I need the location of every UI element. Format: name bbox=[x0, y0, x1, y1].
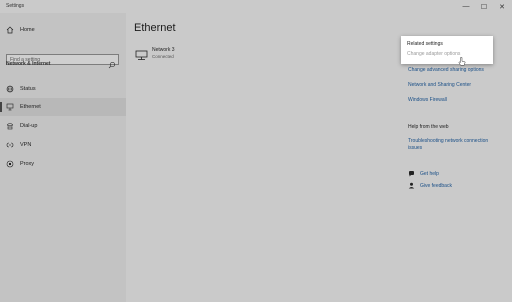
close-icon: ✕ bbox=[499, 3, 505, 11]
network-entry[interactable]: Network 3 Connected bbox=[135, 47, 215, 63]
mouse-cursor-icon bbox=[458, 53, 466, 71]
give-feedback-link[interactable]: Give feedback bbox=[420, 183, 452, 189]
window-title: Settings bbox=[6, 3, 25, 9]
link-troubleshooting-line1: Troubleshooting network connection bbox=[408, 138, 489, 144]
network-status: Connected bbox=[152, 54, 174, 59]
dialup-icon bbox=[6, 122, 14, 130]
link-troubleshooting[interactable]: Troubleshooting network connection bbox=[408, 138, 488, 144]
maximize-icon: ☐ bbox=[480, 3, 488, 11]
minimize-button[interactable]: — bbox=[457, 0, 475, 13]
link-troubleshooting-cont[interactable]: issues bbox=[408, 145, 422, 151]
give-feedback-row[interactable]: Give feedback bbox=[408, 182, 452, 189]
sidebar-item-label: Status bbox=[20, 86, 36, 92]
home-icon bbox=[6, 26, 14, 34]
related-settings-heading: Related settings bbox=[407, 41, 443, 47]
help-heading: Help from the web bbox=[408, 124, 449, 130]
globe-icon bbox=[6, 85, 14, 93]
sidebar-item-label: Proxy bbox=[20, 161, 35, 167]
network-adapter-icon bbox=[135, 48, 148, 66]
get-help-link[interactable]: Get help bbox=[420, 171, 439, 177]
sidebar-item-label: VPN bbox=[20, 142, 32, 148]
sidebar-item-proxy[interactable]: Proxy bbox=[0, 155, 126, 173]
minimize-icon: — bbox=[462, 3, 470, 10]
close-button[interactable]: ✕ bbox=[493, 0, 511, 13]
search-icon bbox=[108, 56, 116, 69]
feedback-icon bbox=[408, 182, 415, 189]
sidebar-item-status[interactable]: Status bbox=[0, 80, 126, 98]
vpn-icon bbox=[6, 141, 14, 149]
sidebar-item-dialup[interactable]: Dial-up bbox=[0, 117, 126, 135]
get-help-icon bbox=[408, 170, 415, 177]
maximize-button[interactable]: ☐ bbox=[475, 0, 493, 13]
proxy-icon bbox=[6, 160, 14, 168]
link-windows-firewall[interactable]: Windows Firewall bbox=[408, 97, 447, 103]
sidebar-item-label: Ethernet bbox=[20, 104, 41, 110]
sidebar-item-vpn[interactable]: VPN bbox=[0, 136, 126, 154]
ethernet-icon bbox=[6, 103, 14, 111]
sidebar-item-label: Dial-up bbox=[20, 123, 38, 129]
sidebar-item-home[interactable]: Home bbox=[0, 21, 126, 39]
title-bar: Settings — ☐ ✕ bbox=[0, 0, 512, 13]
sidebar-item-ethernet[interactable]: Ethernet bbox=[0, 98, 126, 116]
link-change-advanced-sharing[interactable]: Change advanced sharing options bbox=[408, 67, 484, 73]
page-title: Ethernet bbox=[134, 22, 176, 34]
link-change-adapter-options[interactable]: Change adapter options bbox=[407, 51, 460, 57]
section-label: Network & Internet bbox=[6, 61, 51, 67]
network-name: Network 3 bbox=[152, 47, 175, 53]
sidebar-item-label: Home bbox=[20, 27, 35, 33]
related-settings-popup: Related settings Change adapter options bbox=[401, 36, 493, 66]
link-network-sharing-center[interactable]: Network and Sharing Center bbox=[408, 82, 471, 88]
settings-window: Settings — ☐ ✕ Home Find a setting Netwo… bbox=[0, 0, 512, 302]
link-troubleshooting-line2: issues bbox=[408, 145, 423, 151]
get-help-row[interactable]: Get help bbox=[408, 170, 439, 177]
